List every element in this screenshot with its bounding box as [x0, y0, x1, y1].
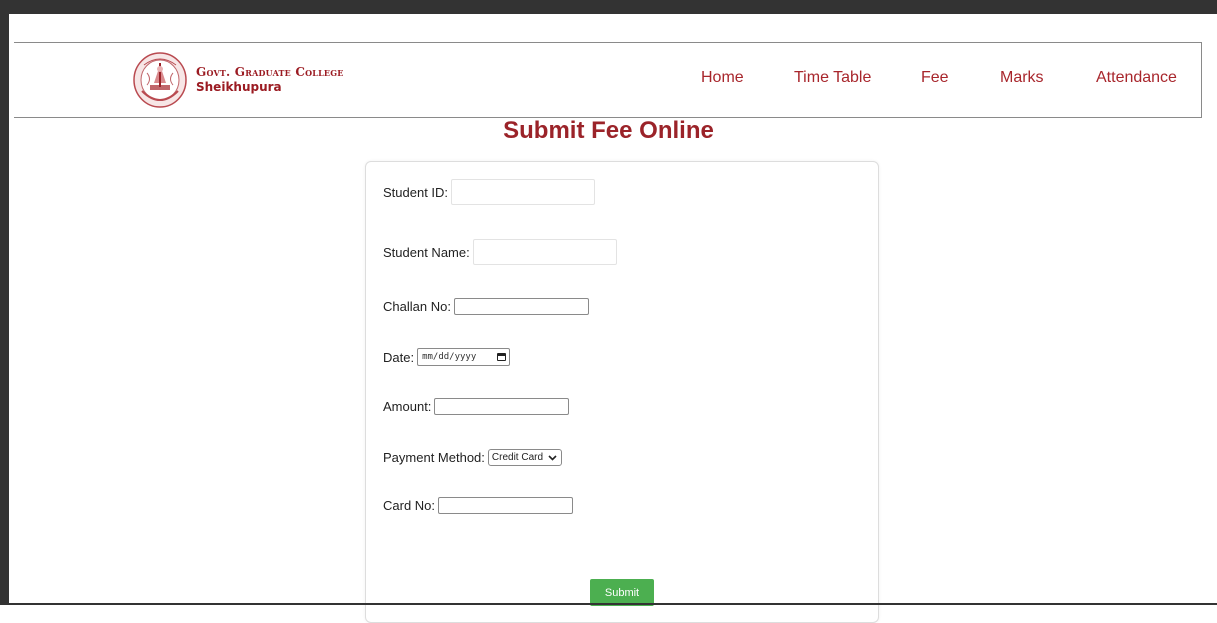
college-name-line2: Sheikhupura	[196, 80, 282, 94]
amount-input[interactable]	[434, 398, 570, 415]
date-input[interactable]: mm/dd/yyyy	[417, 348, 511, 366]
student-id-label: Student ID:	[383, 184, 449, 200]
college-name-line1: Govt. Graduate College	[196, 65, 344, 79]
nav-link-time-table[interactable]: Time Table	[794, 69, 871, 87]
submit-button[interactable]: Submit	[590, 579, 654, 606]
page-title: Submit Fee Online	[503, 117, 714, 144]
brand-logo[interactable]: Govt. Graduate College Sheikhupura	[132, 51, 344, 109]
navbar: Govt. Graduate College Sheikhupura Home …	[14, 42, 1202, 118]
payment-method-label: Payment Method:	[383, 450, 485, 465]
card-no-row: Card No:	[383, 497, 574, 514]
amount-row: Amount:	[383, 398, 570, 415]
date-placeholder: mm/dd/yyyy	[422, 352, 477, 362]
nav-link-attendance[interactable]: Attendance	[1096, 69, 1177, 87]
student-id-row: Student ID:	[383, 179, 596, 205]
student-id-input[interactable]	[451, 179, 596, 205]
calendar-icon[interactable]	[497, 353, 507, 361]
payment-method-value: Credit Card	[491, 452, 544, 463]
payment-method-select[interactable]: Credit Card	[487, 449, 563, 466]
date-label: Date:	[383, 349, 415, 365]
nav-link-home[interactable]: Home	[701, 69, 744, 87]
card-no-label: Card No:	[383, 498, 436, 513]
window-frame-left	[0, 0, 9, 605]
payment-method-row: Payment Method: Credit Card	[383, 449, 563, 466]
amount-label: Amount:	[383, 399, 432, 414]
fee-form: Student ID: Student Name: Challan No: Da…	[365, 161, 879, 623]
challan-label: Challan No:	[383, 299, 451, 314]
college-seal-icon	[133, 52, 187, 108]
student-name-input[interactable]	[472, 239, 617, 265]
student-name-row: Student Name:	[383, 239, 617, 265]
card-no-input[interactable]	[438, 497, 574, 514]
chevron-down-icon	[548, 454, 557, 461]
nav-link-marks[interactable]: Marks	[1000, 69, 1044, 87]
challan-row: Challan No:	[383, 298, 589, 315]
challan-input[interactable]	[453, 298, 589, 315]
window-frame-top	[0, 0, 1217, 14]
date-row: Date: mm/dd/yyyy	[383, 348, 511, 366]
nav-link-fee[interactable]: Fee	[921, 69, 949, 87]
college-name: Govt. Graduate College Sheikhupura	[196, 65, 344, 95]
student-name-label: Student Name:	[383, 244, 470, 260]
